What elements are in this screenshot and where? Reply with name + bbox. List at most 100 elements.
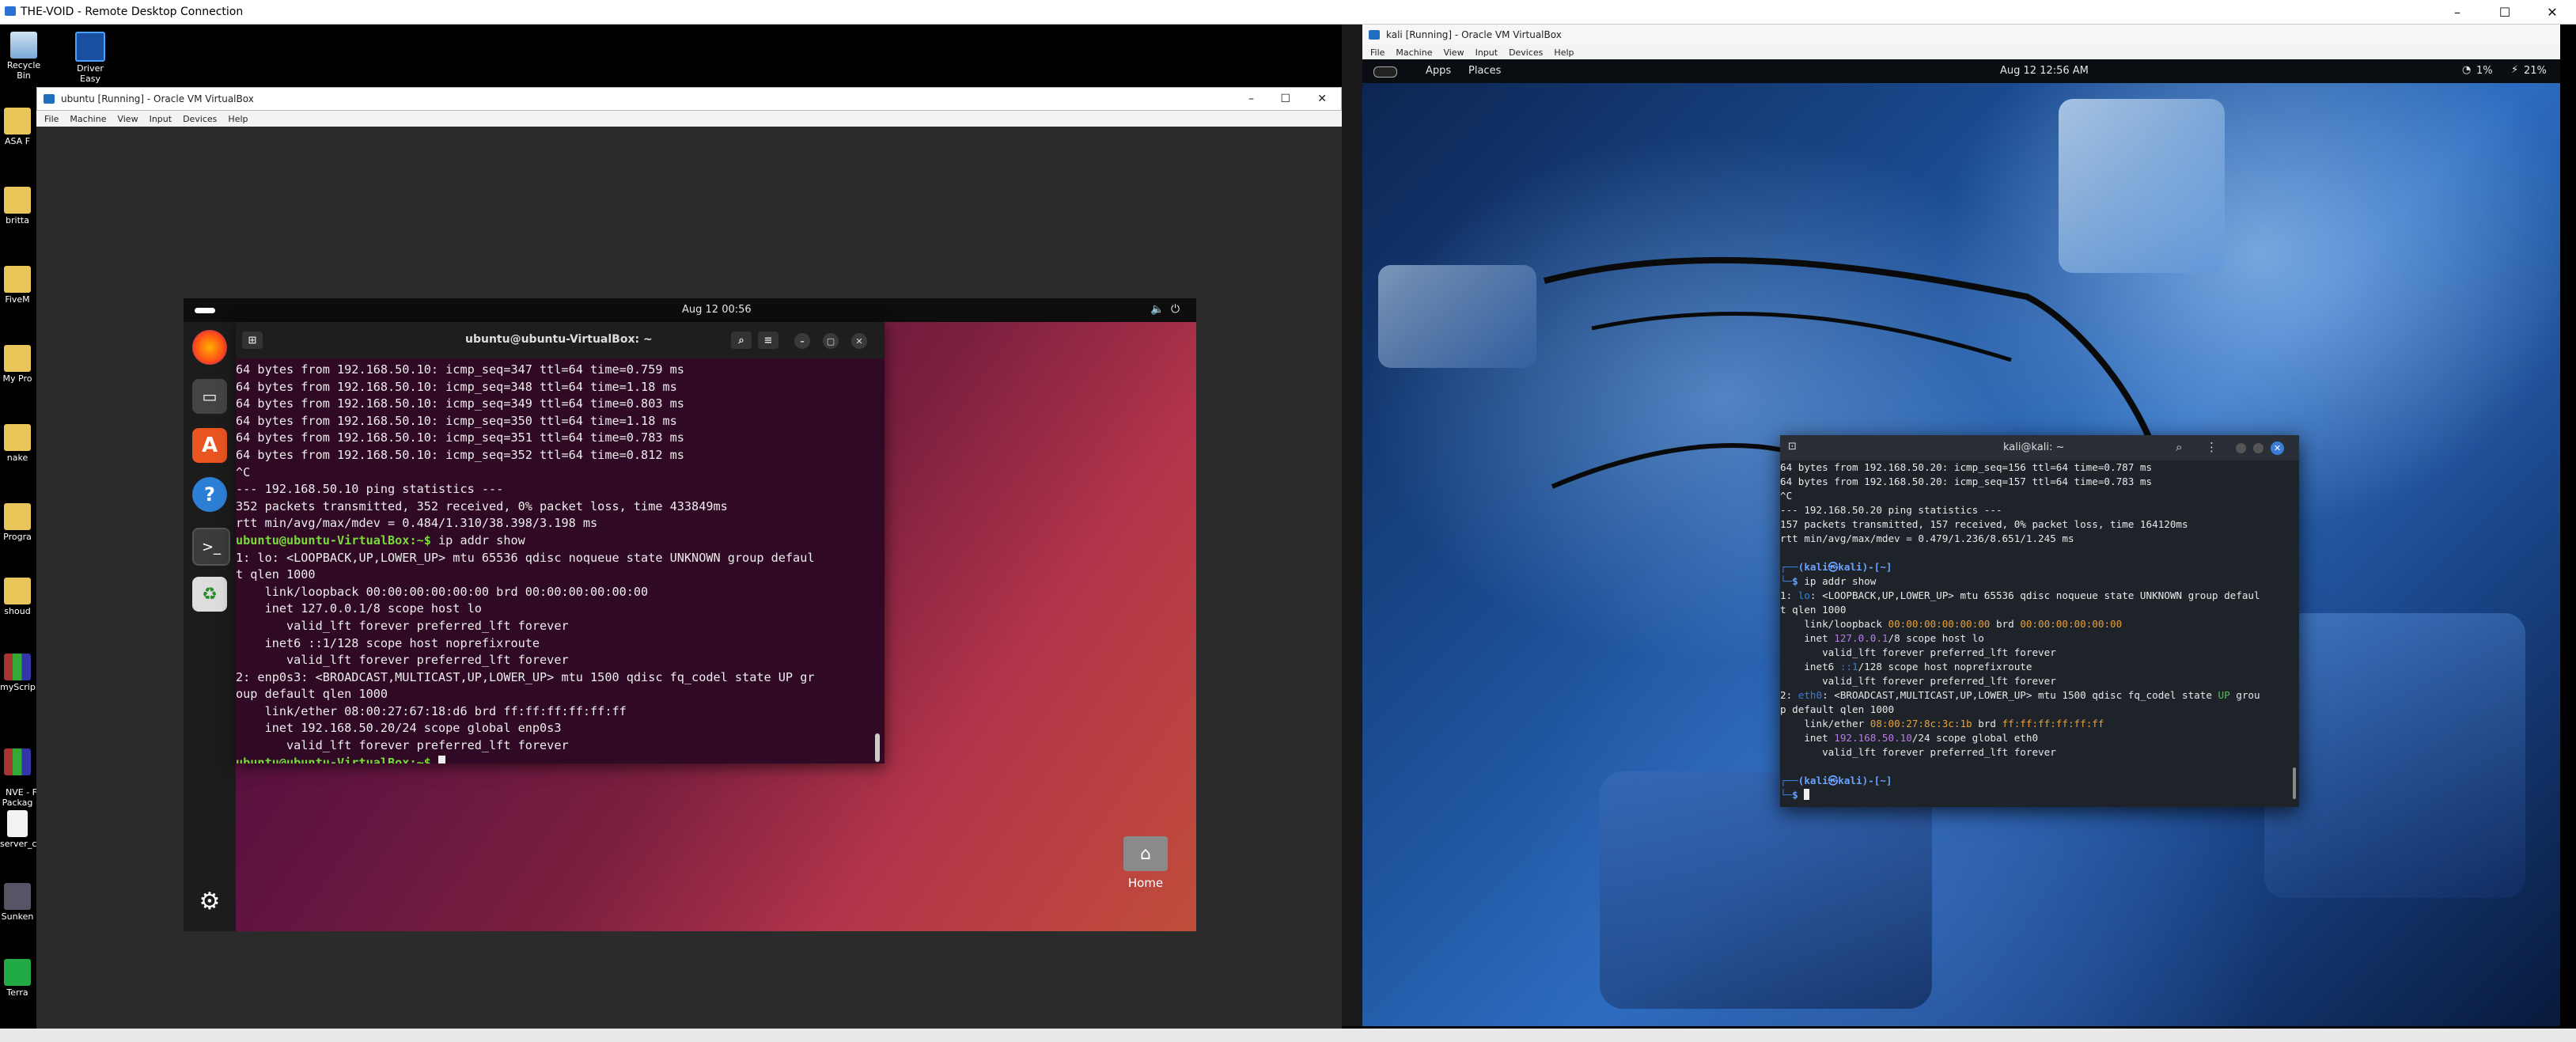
app-center-icon[interactable]: A [192,428,227,463]
terminal-line: inet6 ::1/128 scope host noprefixroute [236,635,540,650]
kebab-menu-icon[interactable]: ⋮ [2206,440,2218,454]
desktop-icon-asa[interactable]: ASA F [0,108,35,146]
battery-level[interactable]: 21% [2524,65,2547,77]
menu-view[interactable]: View [1443,47,1464,58]
desktop-icon-my-pro[interactable]: My Pro [0,345,35,384]
menu-input[interactable]: Input [150,114,172,124]
cpu-usage[interactable]: 1% [2476,65,2493,77]
driver-easy-icon [75,32,105,62]
ubuntu-terminal-output[interactable]: 64 bytes from 192.168.50.10: icmp_seq=34… [236,358,873,764]
kali-vbox-titlebar[interactable]: kali [Running] - Oracle VM VirtualBox [1362,25,2560,45]
workspace-indicator[interactable] [1373,66,1397,78]
terminal-minimize-button[interactable] [2236,443,2246,453]
terminal-line: link/ether 08:00:27:67:18:d6 brd ff:ff:f… [236,703,627,718]
menu-help[interactable]: Help [1554,47,1574,58]
close-button[interactable]: ✕ [2529,0,2576,24]
menu-input[interactable]: Input [1476,47,1498,58]
hamburger-menu-icon[interactable]: ≡ [758,332,778,349]
desktop-icon-label: britta [6,215,29,225]
maximize-button[interactable]: ☐ [2481,0,2529,24]
terminal-line: t qlen 1000 [1780,604,1847,616]
volume-icon[interactable]: 🔈 [1150,303,1164,316]
new-tab-icon[interactable]: ⊞ [242,332,263,349]
menu-devices[interactable]: Devices [183,114,217,124]
show-apps-icon[interactable]: ⚙ [192,884,227,919]
ubuntu-clock[interactable]: Aug 12 00:56 [682,304,752,316]
terminal-line: inet 192.168.50.10/24 scope global eth0 [1780,732,2039,744]
desktop-icon-sunken[interactable]: Sunken [0,883,35,922]
activities-indicator[interactable] [195,308,215,313]
shell-prompt: (kali㉿kali)-[~] [1798,561,1892,573]
desktop-icon-server[interactable]: server_c [0,810,36,849]
document-icon [7,810,28,837]
apps-menu[interactable]: Apps [1426,65,1451,77]
terminal-scrollbar[interactable] [875,733,880,762]
desktop-icon-label: ASA F [4,136,31,146]
terminal-line: valid_lft forever preferred_lft forever [1780,646,2056,658]
power-icon[interactable]: ⏻ [1171,303,1180,316]
firefox-icon[interactable] [192,330,227,365]
files-icon[interactable]: ▭ [192,379,227,414]
terminal-maximize-button[interactable]: ▢ [823,333,839,349]
cursor [438,755,445,764]
desktop-icon-driver-easy[interactable]: Driver Easy [70,32,111,84]
ubuntu-vbox-minimize[interactable]: – [1248,93,1254,105]
terminal-line: inet6 ::1/128 scope host noprefixroute [1780,661,2032,673]
menu-help[interactable]: Help [228,114,248,124]
help-icon[interactable]: ? [192,477,227,512]
kali-command-line: └─$ ip addr show [1780,575,1877,587]
menu-machine[interactable]: Machine [1396,47,1432,58]
desktop-icon-label: Recycle Bin [6,60,41,81]
menu-file[interactable]: File [44,114,59,124]
places-menu[interactable]: Places [1468,65,1501,77]
desktop-icon-nve[interactable]: NVE - F Packag [0,728,37,808]
menu-devices[interactable]: Devices [1509,47,1543,58]
terminal-line: 64 bytes from 192.168.50.10: icmp_seq=34… [236,362,684,377]
menu-file[interactable]: File [1370,47,1385,58]
ubuntu-desktop: Aug 12 00:56 🔈 ⏻ ▭ A ? >_ ♻ ⚙ ⊞ ubuntu@u… [184,298,1196,931]
kali-terminal-output[interactable]: 64 bytes from 192.168.50.20: icmp_seq=15… [1780,460,2291,805]
desktop-icon-britta[interactable]: britta [0,187,35,225]
home-folder[interactable]: ⌂ Home [1122,836,1169,890]
kali-terminal-title: kali@kali: ~ [2003,441,2065,453]
ubuntu-vbox-maximize[interactable]: ☐ [1280,93,1290,105]
minimize-button[interactable]: – [2434,0,2481,24]
search-icon[interactable]: ⌕ [731,332,752,349]
virtualbox-icon [1369,30,1380,40]
desktop-icon-recycle-bin[interactable]: Recycle Bin [5,32,43,81]
search-icon[interactable]: ⌕ [2176,440,2182,454]
folder-icon [4,266,31,293]
shell-command: ip addr show [1804,575,1877,587]
menu-view[interactable]: View [117,114,138,124]
kali-terminal-window[interactable]: ⊡ kali@kali: ~ ⌕ ⋮ ✕ 64 bytes from 192.1… [1780,435,2299,807]
terminal-close-button[interactable]: ✕ [2271,441,2284,455]
terminal-icon[interactable]: >_ [192,528,230,566]
menu-machine[interactable]: Machine [70,114,106,124]
desktop-icon-terra[interactable]: Terra [0,959,35,998]
terminal-line: valid_lft forever preferred_lft forever [236,738,569,753]
terminal-close-button[interactable]: ✕ [851,333,867,349]
terminal-prompt-line: ubuntu@ubuntu-VirtualBox:~$ [236,755,873,764]
kali-clock[interactable]: Aug 12 12:56 AM [2000,65,2089,77]
app-icon [4,959,31,986]
terminal-minimize-button[interactable]: – [794,333,810,349]
terminal-line: valid_lft forever preferred_lft forever [236,618,569,633]
desktop-icon-nake[interactable]: nake [0,424,35,463]
ubuntu-terminal-window[interactable]: ⊞ ubuntu@ubuntu-VirtualBox: ~ ⌕ ≡ – ▢ ✕ … [236,322,885,764]
terminal-scrollbar[interactable] [2293,767,2296,799]
terminal-maximize-button[interactable] [2253,443,2263,453]
desktop-icon-myscrip[interactable]: myScrip [0,654,36,692]
terminal-line: valid_lft forever preferred_lft forever [1780,675,2056,687]
folder-icon [4,578,31,604]
trash-icon[interactable]: ♻ [192,577,227,612]
ubuntu-dock: ▭ A ? >_ ♻ ⚙ [184,322,236,931]
terminal-command-line: ubuntu@ubuntu-VirtualBox:~$ ip addr show [236,532,873,550]
desktop-icon-progra[interactable]: Progra [0,503,35,542]
cursor [1804,789,1810,800]
desktop-icon-fivem[interactable]: FiveM [0,266,35,305]
ubuntu-vbox-close[interactable]: ✕ [1317,93,1327,105]
desktop-icon-shoud[interactable]: shoud [0,578,35,616]
ubuntu-vbox-titlebar[interactable]: ubuntu [Running] - Oracle VM VirtualBox … [36,87,1342,111]
terminal-line: 64 bytes from 192.168.50.10: icmp_seq=35… [236,430,684,445]
